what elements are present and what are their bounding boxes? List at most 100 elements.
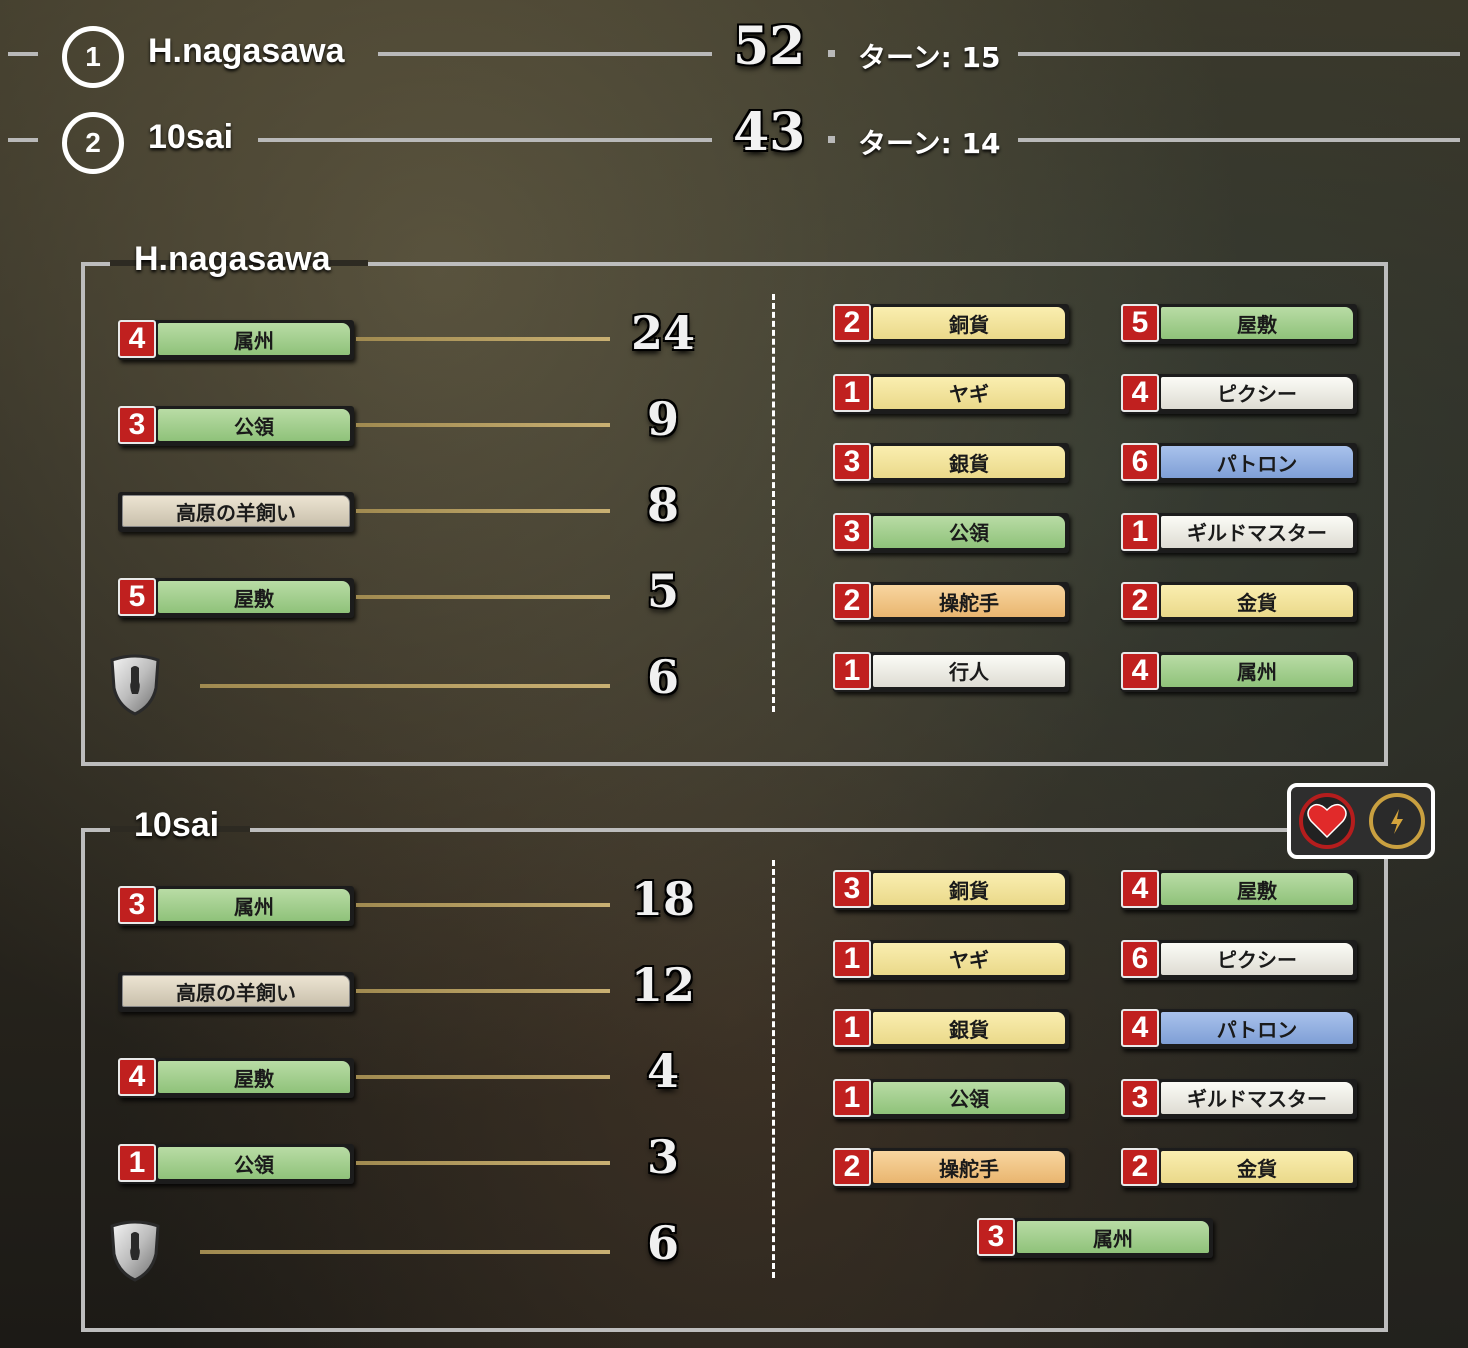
card-count-badge: 5 [118,578,156,616]
card-label: 公領 [873,1081,1065,1114]
points-value: 6 [646,1216,679,1270]
status-icons-box [1287,783,1435,859]
card-deck[interactable]: ギルドマスター 1 [1121,512,1357,553]
player-name: 10sai [148,118,234,156]
card-label: ピクシー [1161,942,1353,975]
card-label: 屋敷 [158,581,350,613]
victory-token-icon [108,654,162,716]
card-deck[interactable]: パトロン 6 [1121,443,1357,483]
card-count-badge: 1 [833,373,871,412]
card-score-source[interactable]: 公領 3 [118,406,354,446]
card-label: 属州 [1017,1221,1209,1253]
card-count-badge: 6 [1121,939,1159,978]
card-label: 屋敷 [158,1061,350,1093]
separator-dot [828,50,835,57]
points-value: 12 [630,958,695,1012]
card-count-badge: 2 [1121,582,1159,620]
scoreboard-row: 1 H.nagasawa 52 ターン: 15 [0,10,1468,100]
card-label: 操舵手 [873,585,1065,617]
card-count-badge: 1 [1121,512,1159,551]
score-connector [356,595,610,599]
card-deck[interactable]: 操舵手 2 [833,1148,1069,1188]
scoreboard-row: 2 10sai 43 ターン: 14 [0,96,1468,186]
points-value: 24 [630,306,695,360]
card-label: 公領 [158,409,350,441]
card-deck[interactable]: パトロン 4 [1121,1009,1357,1049]
card-deck[interactable]: 行人 1 [833,651,1069,692]
heart-icon[interactable] [1299,793,1355,849]
card-score-source[interactable]: 高原の羊飼い [118,492,354,532]
card-label: ギルドマスター [1161,515,1353,548]
score-connector [200,684,610,688]
card-score-source[interactable]: 公領 1 [118,1144,354,1184]
lightning-icon[interactable] [1369,793,1425,849]
score-connector [356,423,610,427]
card-deck[interactable]: 銅貨 3 [833,870,1069,910]
card-label: 属州 [158,889,350,921]
card-score-source[interactable]: 屋敷 5 [118,578,354,618]
player-name: H.nagasawa [148,32,345,70]
points-value: 8 [646,478,679,532]
card-count-badge: 2 [833,582,871,620]
card-label: 公領 [158,1147,350,1179]
victory-token-icon [108,1220,162,1282]
card-deck[interactable]: 操舵手 2 [833,582,1069,622]
card-score-source[interactable]: 属州 3 [118,886,354,926]
score-connector [356,989,610,993]
card-deck[interactable]: 銀貨 3 [833,443,1069,483]
total-score: 43 [733,102,806,163]
card-label: 銀貨 [873,446,1065,478]
card-count-badge: 4 [1121,1009,1159,1047]
card-score-source[interactable]: 屋敷 4 [118,1058,354,1098]
score-connector [356,1075,610,1079]
card-label: 公領 [873,515,1065,548]
card-deck[interactable]: 属州 3 [977,1218,1213,1258]
card-count-badge: 3 [977,1218,1015,1256]
card-deck[interactable]: 公領 1 [833,1078,1069,1119]
rank-badge: 2 [62,112,124,174]
card-label: ギルドマスター [1161,1081,1353,1114]
card-deck[interactable]: ピクシー 4 [1121,373,1357,414]
card-label: ヤギ [873,942,1065,975]
points-value: 18 [630,872,695,926]
card-score-source[interactable]: 高原の羊飼い [118,972,354,1012]
rank-badge: 1 [62,26,124,88]
card-count-badge: 3 [118,406,156,444]
score-connector [356,1161,610,1165]
card-count-badge: 3 [833,512,871,551]
divider-line [8,52,38,56]
card-deck[interactable]: 銅貨 2 [833,304,1069,344]
card-count-badge: 1 [833,1078,871,1117]
card-deck[interactable]: 金貨 2 [1121,1148,1357,1188]
card-deck[interactable]: 屋敷 5 [1121,304,1357,344]
card-deck[interactable]: ヤギ 1 [833,373,1069,414]
card-deck[interactable]: 屋敷 4 [1121,870,1357,910]
card-label: 金貨 [1161,1151,1353,1183]
card-count-badge: 1 [833,651,871,690]
turn-count: ターン: 15 [858,41,1001,74]
card-label: 屋敷 [1161,307,1353,339]
score-connector [356,903,610,907]
card-count-badge: 4 [1121,870,1159,908]
card-deck[interactable]: ピクシー 6 [1121,939,1357,980]
card-count-badge: 2 [833,1148,871,1186]
card-deck[interactable]: 金貨 2 [1121,582,1357,622]
card-label: ヤギ [873,376,1065,409]
card-deck[interactable]: 公領 3 [833,512,1069,553]
score-connector [356,509,610,513]
panel-title: 10sai [134,806,220,844]
card-deck[interactable]: 銀貨 1 [833,1009,1069,1049]
card-label: パトロン [1161,446,1353,478]
card-label: 屋敷 [1161,873,1353,905]
card-deck[interactable]: 属州 4 [1121,651,1357,692]
card-count-badge: 3 [833,870,871,908]
card-score-source[interactable]: 属州 4 [118,320,354,360]
turn-count: ターン: 14 [858,127,1001,160]
card-deck[interactable]: ギルドマスター 3 [1121,1078,1357,1119]
card-count-badge: 4 [118,320,156,358]
panel-divider [772,294,775,712]
points-value: 5 [646,564,679,618]
card-label: 銀貨 [873,1012,1065,1044]
card-label: 属州 [158,323,350,355]
card-deck[interactable]: ヤギ 1 [833,939,1069,980]
